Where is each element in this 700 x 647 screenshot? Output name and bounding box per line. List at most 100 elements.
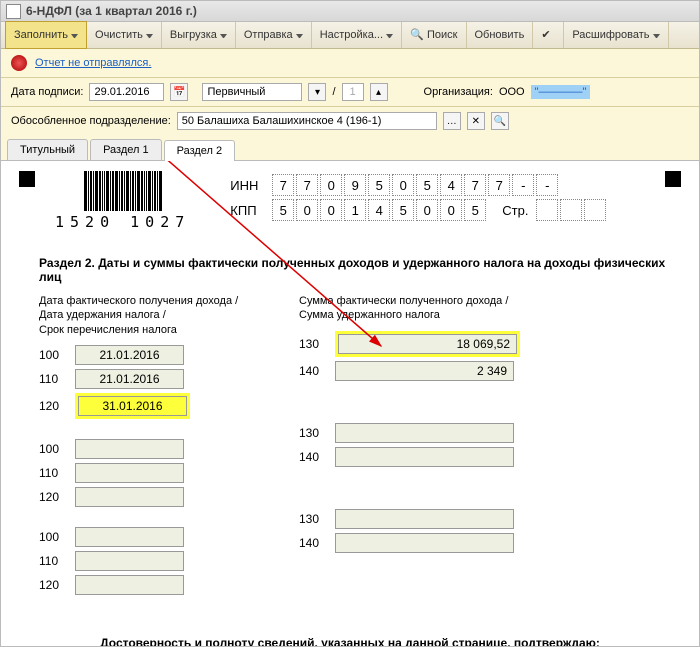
cell[interactable]: -	[512, 174, 534, 196]
slash: /	[332, 86, 335, 98]
tab-section1[interactable]: Раздел 1	[90, 139, 162, 160]
kpp-cells[interactable]: 500145005	[272, 199, 486, 221]
field-number: 110	[39, 466, 65, 480]
report-type-select[interactable]: Первичный	[202, 83, 302, 101]
cell[interactable]: 0	[440, 199, 462, 221]
page-content: 1520 1027 ИНН 7709505477-- КПП 500145005…	[1, 161, 699, 647]
tab-title[interactable]: Титульный	[7, 139, 88, 160]
cell[interactable]: 1	[344, 199, 366, 221]
kpp-label: КПП	[230, 203, 264, 218]
stepper-icon[interactable]: ▴	[370, 83, 388, 101]
chevron-down-icon	[296, 32, 303, 39]
section-title: Раздел 2. Даты и суммы фактически получе…	[39, 256, 681, 284]
decode-button[interactable]: Расшифровать	[564, 22, 668, 48]
cell[interactable]: -	[536, 174, 558, 196]
amount-field-140[interactable]	[335, 533, 514, 553]
search-button[interactable]: 🔍Поиск	[402, 22, 466, 48]
clear-icon[interactable]: ✕	[467, 112, 485, 130]
window-titlebar: 6-НДФЛ (за 1 квартал 2016 г.)	[1, 1, 699, 22]
send-button[interactable]: Отправка	[236, 22, 312, 48]
cell[interactable]: 5	[464, 199, 486, 221]
amount-field-130[interactable]: 18 069,52	[338, 334, 517, 354]
field-number: 100	[39, 442, 65, 456]
barcode-number: 1520 1027	[55, 213, 190, 231]
chevron-down-icon	[71, 32, 78, 39]
date-field-110[interactable]: 21.01.2016	[75, 369, 184, 389]
chevron-down-icon[interactable]: ▾	[308, 83, 326, 101]
window-title: 6-НДФЛ (за 1 квартал 2016 г.)	[26, 4, 197, 18]
page-cells[interactable]	[536, 199, 606, 221]
export-button[interactable]: Выгрузка	[162, 22, 236, 48]
date-field-110[interactable]	[75, 463, 184, 483]
cell[interactable]: 0	[320, 199, 342, 221]
lookup-icon[interactable]: 🔍	[491, 112, 509, 130]
calendar-icon[interactable]: 📅	[170, 83, 188, 101]
inn-label: ИНН	[230, 178, 264, 193]
fill-button[interactable]: Заполнить	[5, 21, 87, 49]
search-icon: 🔍	[410, 28, 424, 42]
field-number: 110	[39, 554, 65, 568]
chevron-down-icon	[146, 32, 153, 39]
sign-date-input[interactable]: 29.01.2016	[89, 83, 164, 101]
date-field-100[interactable]	[75, 439, 184, 459]
cell[interactable]: 4	[368, 199, 390, 221]
field-number: 110	[39, 372, 65, 386]
org-prefix: ООО	[499, 86, 525, 98]
cell[interactable]	[536, 199, 558, 221]
refresh-button[interactable]: Обновить	[467, 22, 534, 48]
status-text[interactable]: Отчет не отправлялся.	[35, 57, 151, 69]
date-field-120[interactable]	[75, 487, 184, 507]
settings-button[interactable]: Настройка...	[312, 22, 402, 48]
field-number: 140	[299, 364, 325, 378]
toolbar: Заполнить Очистить Выгрузка Отправка Нас…	[1, 22, 699, 49]
clear-button[interactable]: Очистить	[87, 22, 162, 48]
cell[interactable]: 5	[272, 199, 294, 221]
cell[interactable]	[560, 199, 582, 221]
date-field-100[interactable]: 21.01.2016	[75, 345, 184, 365]
cell[interactable]: 0	[320, 174, 342, 196]
cell[interactable]: 0	[296, 199, 318, 221]
cell[interactable]: 7	[296, 174, 318, 196]
cell[interactable]: 5	[368, 174, 390, 196]
cell[interactable]	[584, 199, 606, 221]
marker-box	[665, 171, 681, 187]
division-input[interactable]: 50 Балашиха Балашихинское 4 (196-1)	[177, 112, 437, 130]
cell[interactable]: 7	[464, 174, 486, 196]
barcode: 1520 1027	[55, 171, 190, 231]
page-label: Стр.	[502, 203, 528, 218]
cell[interactable]: 7	[272, 174, 294, 196]
tab-section2[interactable]: Раздел 2	[164, 140, 236, 161]
date-field-120[interactable]: 31.01.2016	[78, 396, 187, 416]
check-icon: ✔	[541, 28, 555, 42]
field-number: 120	[39, 399, 65, 413]
date-field-100[interactable]	[75, 527, 184, 547]
cell[interactable]: 7	[488, 174, 510, 196]
chevron-down-icon	[653, 32, 660, 39]
ellipsis-icon[interactable]: …	[443, 112, 461, 130]
tab-strip: Титульный Раздел 1 Раздел 2	[1, 135, 699, 161]
amount-field-130[interactable]	[335, 509, 514, 529]
cell[interactable]: 4	[440, 174, 462, 196]
cell[interactable]: 9	[344, 174, 366, 196]
date-field-120[interactable]	[75, 575, 184, 595]
field-number: 120	[39, 578, 65, 592]
field-number: 100	[39, 530, 65, 544]
corr-num-input[interactable]: 1	[342, 83, 364, 101]
cell[interactable]: 0	[392, 174, 414, 196]
cell[interactable]: 5	[416, 174, 438, 196]
field-number: 140	[299, 450, 325, 464]
date-field-110[interactable]	[75, 551, 184, 571]
cell[interactable]: 5	[392, 199, 414, 221]
division-label: Обособленное подразделение:	[11, 115, 171, 127]
check-button[interactable]: ✔	[533, 22, 564, 48]
amount-field-130[interactable]	[335, 423, 514, 443]
footer-text: Достоверность и полноту сведений, указан…	[19, 636, 681, 647]
amount-field-140[interactable]	[335, 447, 514, 467]
inn-cells[interactable]: 7709505477--	[272, 174, 558, 196]
marker-box	[19, 171, 35, 187]
org-link[interactable]: "————"	[531, 85, 591, 99]
cell[interactable]: 0	[416, 199, 438, 221]
chevron-down-icon	[386, 32, 393, 39]
amount-field-140[interactable]: 2 349	[335, 361, 514, 381]
form-row-2: Обособленное подразделение: 50 Балашиха …	[1, 107, 699, 135]
